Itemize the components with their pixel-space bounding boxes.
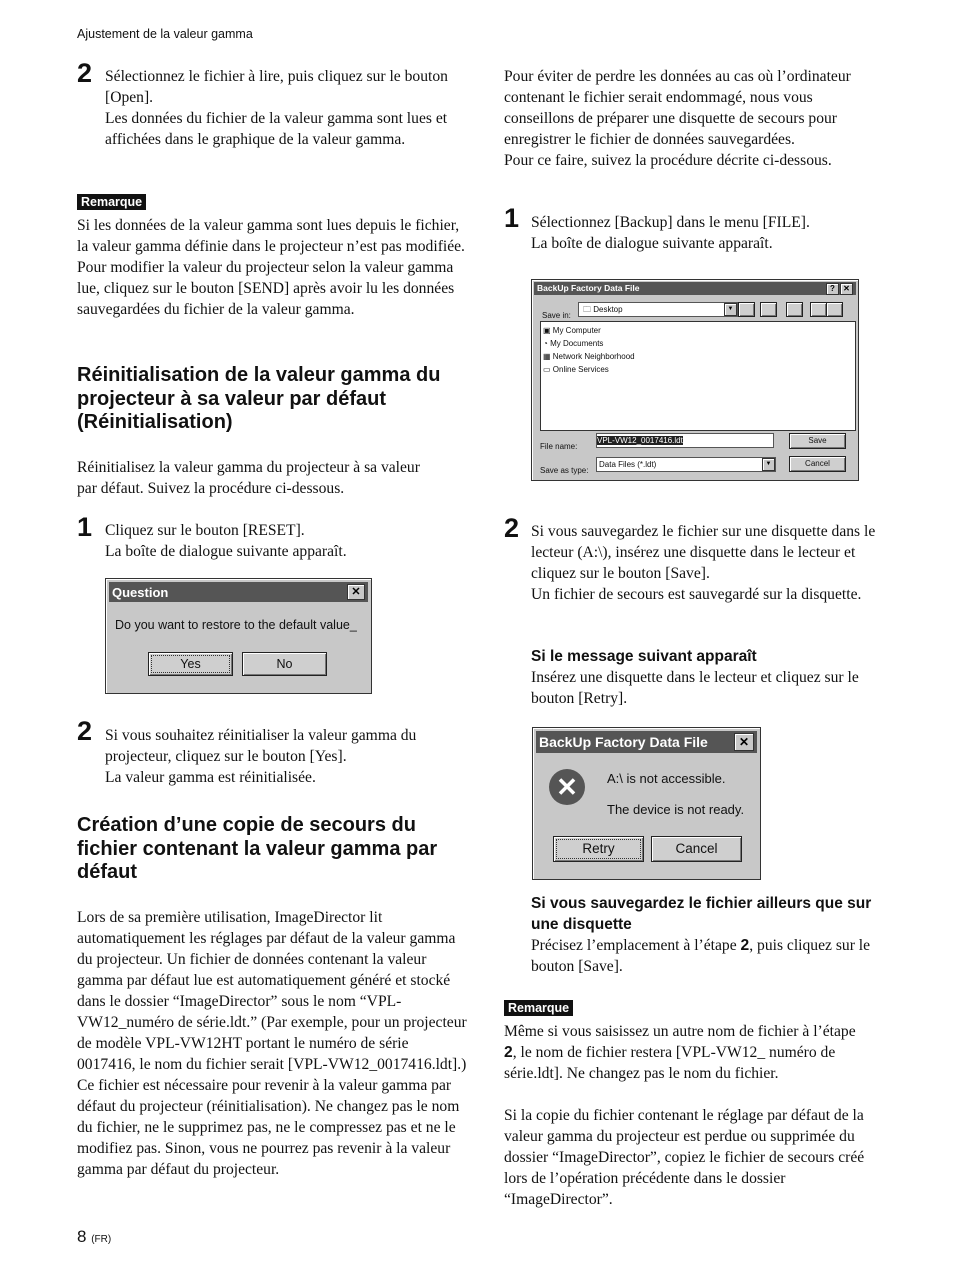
section-heading: Création d’une copie de secours du fichi… bbox=[77, 814, 438, 883]
step-number: 2 bbox=[77, 716, 93, 746]
file-list[interactable]: ▣ My Computer ◔ My Documents ▦ Network N… bbox=[540, 321, 856, 431]
title-bar: BackUp Factory Data File ? ✕ bbox=[534, 282, 856, 295]
list-item[interactable]: ◔ My Documents bbox=[543, 337, 853, 350]
sub-text: Précisez l’emplacement à l’étape 2, puis… bbox=[531, 937, 871, 975]
remarque-badge: Remarque bbox=[77, 194, 147, 210]
running-title: Ajustement de la valeur gamma bbox=[77, 27, 253, 41]
desktop-button[interactable] bbox=[760, 302, 777, 317]
save-type-select[interactable]: Data Files (*.ldt) ▼ bbox=[596, 457, 776, 472]
remarque-text: Si les données de la valeur gamma sont l… bbox=[77, 217, 465, 318]
intro-text: Pour ce faire, suivez la procédure décri… bbox=[504, 152, 832, 169]
step-text: Les données du fichier de la valeur gamm… bbox=[105, 110, 448, 148]
cancel-button[interactable]: Cancel bbox=[651, 836, 742, 862]
save-dialog: BackUp Factory Data File ? ✕ Save in: 🗀 … bbox=[531, 279, 859, 481]
step-text: La boîte de dialogue suivante apparaît. bbox=[105, 543, 347, 560]
save-button[interactable]: Save bbox=[789, 433, 846, 449]
new-folder-icon[interactable] bbox=[786, 302, 803, 317]
list-item[interactable]: ▦ Network Neighborhood bbox=[543, 350, 853, 363]
close-icon[interactable]: ✕ bbox=[734, 733, 754, 751]
list-view-icon[interactable] bbox=[810, 302, 827, 317]
page-number: 8 (FR) bbox=[77, 1227, 112, 1246]
list-item[interactable]: ▭ Online Services bbox=[543, 363, 853, 376]
section-text: Lors de sa première utilisation, ImageDi… bbox=[77, 909, 467, 1178]
folder-icon: 🗀 bbox=[583, 305, 591, 314]
dialog-message: Do you want to restore to the default va… bbox=[115, 618, 357, 632]
section-intro: Réinitialisez la valeur gamma du project… bbox=[77, 459, 420, 497]
step-text: Sélectionnez le fichier à lire, puis cli… bbox=[105, 68, 448, 106]
page: Ajustement de la valeur gamma 2 Sélectio… bbox=[0, 0, 954, 1274]
yes-button[interactable]: Yes bbox=[148, 652, 233, 676]
close-icon[interactable]: ✕ bbox=[840, 282, 853, 295]
step-text: Un fichier de secours est sauvegardé sur… bbox=[531, 586, 862, 603]
dialog-title: BackUp Factory Data File bbox=[537, 283, 640, 293]
list-item[interactable]: ▣ My Computer bbox=[543, 324, 853, 337]
intro-text: Pour éviter de perdre les données au cas… bbox=[504, 68, 851, 148]
no-button[interactable]: No bbox=[242, 652, 327, 676]
step-text: Cliquez sur le bouton [RESET]. bbox=[105, 522, 305, 539]
file-name-input[interactable]: VPL-VW12_0017416.ldt bbox=[596, 433, 774, 448]
title-bar: Question ✕ bbox=[109, 582, 368, 602]
title-bar: BackUp Factory Data File ✕ bbox=[536, 731, 757, 753]
cancel-button[interactable]: Cancel bbox=[789, 456, 846, 472]
save-in-select[interactable]: 🗀 Desktop ▼ bbox=[578, 302, 738, 317]
step-text: Sélectionnez [Backup] dans le menu [FILE… bbox=[531, 214, 810, 231]
error-icon: ✕ bbox=[549, 769, 585, 805]
save-in-value: Desktop bbox=[593, 305, 623, 314]
step-text: Si vous sauvegardez le fichier sur une d… bbox=[531, 523, 876, 582]
subheading: Si vous sauvegardez le fichier ailleurs … bbox=[531, 895, 872, 933]
chevron-down-icon[interactable]: ▼ bbox=[724, 303, 737, 316]
retry-button[interactable]: Retry bbox=[553, 836, 644, 862]
file-name-label: File name: bbox=[540, 442, 578, 451]
dialog-title: BackUp Factory Data File bbox=[539, 733, 708, 750]
step-text: Si vous souhaitez réinitialiser la valeu… bbox=[105, 727, 417, 765]
step-number: 1 bbox=[504, 203, 520, 233]
step-number: 1 bbox=[77, 512, 93, 542]
remarque-text: Même si vous saisissez un autre nom de f… bbox=[504, 1023, 856, 1082]
sub-text: Insérez une disquette dans le lecteur et… bbox=[531, 669, 859, 707]
dialog-title: Question bbox=[112, 584, 169, 600]
section-heading: Réinitialisation de la valeur gamma du p… bbox=[77, 364, 441, 433]
error-message-1: A:\ is not accessible. bbox=[607, 771, 726, 786]
help-button[interactable]: ? bbox=[826, 282, 839, 295]
subheading: Si le message suivant apparaît bbox=[531, 648, 757, 665]
error-dialog: BackUp Factory Data File ✕ ✕ A:\ is not … bbox=[532, 727, 761, 880]
up-folder-button[interactable] bbox=[738, 302, 755, 317]
remarque-text-2: Si la copie du fichier contenant le régl… bbox=[504, 1107, 865, 1208]
error-message-2: The device is not ready. bbox=[607, 802, 745, 817]
step-number: 2 bbox=[504, 513, 520, 543]
step-number: 2 bbox=[77, 58, 93, 88]
chevron-down-icon[interactable]: ▼ bbox=[762, 458, 775, 471]
remarque-badge: Remarque bbox=[504, 1000, 574, 1016]
details-view-icon[interactable] bbox=[826, 302, 843, 317]
save-type-label: Save as type: bbox=[540, 466, 589, 475]
step-text: La boîte de dialogue suivante apparaît. bbox=[531, 235, 773, 252]
question-dialog: Question ✕ Do you want to restore to the… bbox=[105, 578, 372, 694]
step-text: La valeur gamma est réinitialisée. bbox=[105, 769, 316, 786]
close-icon[interactable]: ✕ bbox=[347, 584, 365, 600]
